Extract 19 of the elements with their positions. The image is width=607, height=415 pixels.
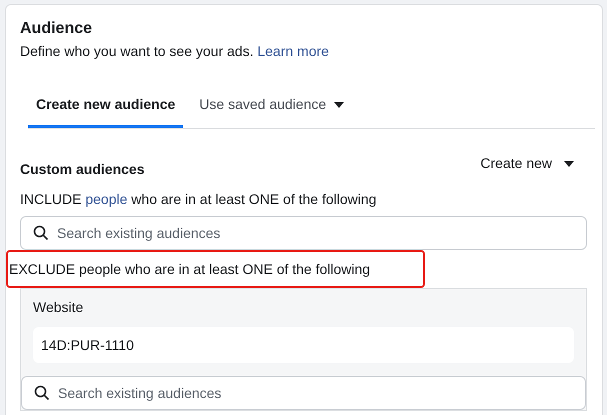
search-field[interactable]: Search existing audiences <box>20 216 587 250</box>
audience-field[interactable]: 14D:PUR-1110 <box>33 327 574 363</box>
section-subtitle: Define who you want to see your ads. Learn more <box>20 42 330 61</box>
search-input[interactable]: Search existing audiences <box>57 222 574 244</box>
learn-more-link[interactable]: Learn more <box>257 43 329 59</box>
search-input[interactable]: Search existing audiences <box>58 382 573 404</box>
search-field[interactable]: Search existing audiences <box>21 376 586 410</box>
include-text: INCLUDE people who are in at least ONE of the following <box>20 190 378 209</box>
group-label: Website <box>33 298 84 317</box>
exclude-text: EXCLUDE people who are in at least ONE of the following <box>9 260 370 279</box>
search-icon <box>34 385 50 401</box>
create-new-button[interactable]: Create new <box>480 153 574 174</box>
tab[interactable]: Use saved audience <box>191 84 352 128</box>
caret-icon <box>564 160 574 166</box>
tab[interactable]: Create new audience <box>28 84 184 128</box>
custom-audiences-title: Custom audiences <box>20 160 144 179</box>
people-link[interactable]: people <box>85 191 128 207</box>
search-icon <box>33 225 49 241</box>
section-title: Audience <box>20 19 94 39</box>
